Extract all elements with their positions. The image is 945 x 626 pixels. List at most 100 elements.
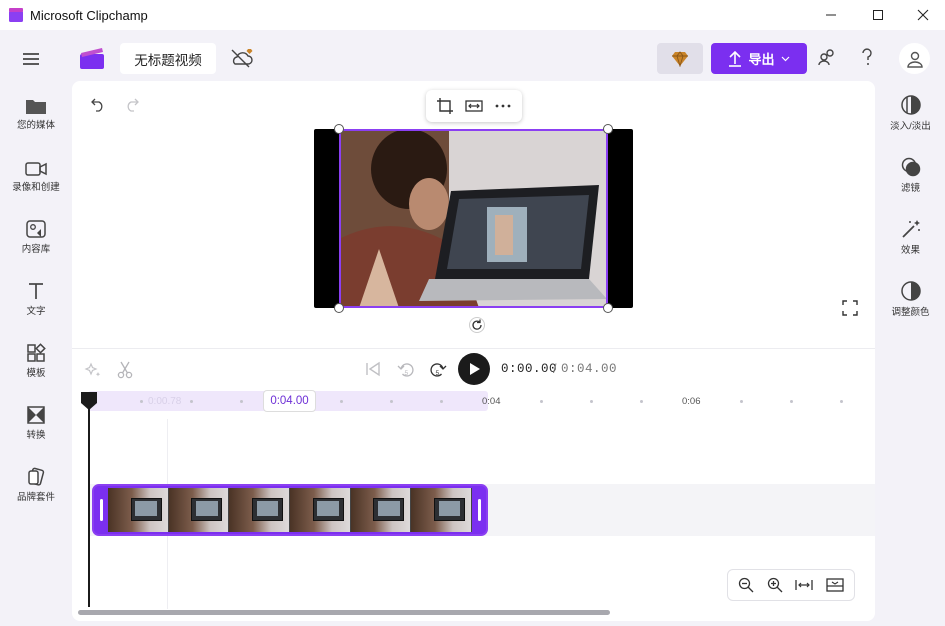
fade-icon — [900, 95, 921, 115]
sidebar-item-your-media[interactable]: 您的媒体 — [0, 89, 72, 145]
export-label: 导出 — [748, 52, 775, 67]
minimize-button[interactable] — [808, 0, 854, 30]
zoom-in-icon[interactable] — [767, 577, 783, 593]
clip-duration-chip: 0:04.00 — [263, 390, 316, 412]
premium-diamond-icon — [672, 50, 688, 67]
title-bar: Microsoft Clipchamp — [0, 0, 945, 30]
fit-icon[interactable] — [465, 97, 483, 115]
expand-timeline-icon[interactable] — [826, 577, 844, 593]
templates-icon — [27, 343, 46, 362]
ruler-tick — [190, 400, 193, 403]
preview-toolbar — [426, 90, 522, 122]
window-title: Microsoft Clipchamp — [30, 7, 148, 23]
clip-thumbnail — [229, 488, 291, 532]
rotate-button[interactable] — [469, 317, 485, 333]
fit-timeline-icon[interactable] — [795, 577, 813, 593]
sidebar-item-label: 淡入/淡出 — [890, 121, 931, 132]
upload-icon — [729, 50, 742, 67]
sidebar-item-record-create[interactable]: 录像和创建 — [0, 151, 72, 207]
chevron-down-icon — [781, 56, 789, 61]
play-button[interactable] — [458, 353, 490, 385]
ruler-label: 0:06 — [682, 396, 701, 407]
text-icon — [29, 283, 43, 299]
transitions-icon — [27, 406, 45, 424]
sidebar-item-label: 文字 — [26, 306, 46, 317]
sidebar-item-brand-kit[interactable]: 品牌套件 — [0, 461, 72, 517]
ruler-tick — [440, 400, 443, 403]
share-people-icon[interactable] — [817, 47, 837, 67]
ruler-label: 0:04 — [482, 396, 501, 407]
clip-thumbnail — [168, 488, 230, 532]
help-icon[interactable] — [860, 47, 874, 67]
sidebar-item-label: 您的媒体 — [16, 120, 55, 131]
ruler-tick — [740, 400, 743, 403]
timeline-video-clip[interactable] — [92, 484, 488, 536]
clip-thumbnail — [350, 488, 412, 532]
premium-button[interactable] — [657, 43, 703, 74]
filters-icon — [901, 157, 920, 177]
timeline-zoom-controls — [727, 569, 855, 601]
magic-sparkle-icon[interactable] — [84, 361, 102, 379]
maximize-button[interactable] — [855, 0, 901, 30]
forward-5s-icon[interactable]: 5 — [429, 361, 447, 379]
resize-handle-bottom-right[interactable] — [603, 303, 613, 313]
clipchamp-app-icon — [9, 8, 23, 22]
clip-trim-handle-right[interactable] — [472, 486, 486, 534]
minimize-icon — [826, 14, 836, 16]
sidebar-item-label: 滤镜 — [900, 183, 920, 194]
svg-text:5: 5 — [405, 370, 409, 377]
ruler-tick — [340, 400, 343, 403]
sidebar-item-adjust-colors[interactable]: 调整颜色 — [876, 276, 945, 332]
sidebar-item-label: 调整颜色 — [891, 307, 930, 318]
playhead-line — [88, 407, 90, 607]
current-time: 0:00.00 — [501, 362, 558, 376]
rotate-icon — [472, 319, 482, 330]
rewind-5s-icon[interactable]: 5 — [397, 361, 415, 379]
sidebar-item-label: 品牌套件 — [16, 492, 55, 503]
adjust-colors-icon — [900, 281, 921, 301]
project-title[interactable]: 无标题视频 — [120, 43, 216, 74]
split-scissors-icon[interactable] — [116, 361, 134, 379]
left-sidebar: 您的媒体 录像和创建 内容库 文字 模板 转换 品牌套件 — [0, 30, 72, 626]
skip-back-icon[interactable] — [365, 361, 381, 377]
right-sidebar: 淡入/淡出 滤镜 效果 调整颜色 — [876, 30, 945, 626]
export-button[interactable]: 导出 — [711, 43, 807, 74]
undo-icon[interactable] — [90, 96, 106, 112]
sidebar-item-fade[interactable]: 淡入/淡出 — [876, 90, 945, 146]
menu-icon[interactable] — [22, 52, 40, 66]
redo-icon[interactable] — [124, 96, 140, 112]
panel-divider — [72, 348, 875, 349]
ruler-tick — [140, 400, 143, 403]
sidebar-item-transitions[interactable]: 转换 — [0, 399, 72, 455]
sidebar-item-filters[interactable]: 滤镜 — [876, 152, 945, 208]
sidebar-item-content-library[interactable]: 内容库 — [0, 213, 72, 269]
selection-frame[interactable] — [339, 129, 608, 308]
clip-trim-handle-left[interactable] — [94, 486, 108, 534]
effects-wand-icon — [901, 220, 920, 238]
resize-handle-bottom-left[interactable] — [334, 303, 344, 313]
close-icon — [917, 9, 929, 21]
sidebar-item-templates[interactable]: 模板 — [0, 337, 72, 393]
brand-kit-icon — [28, 467, 45, 486]
sidebar-item-label: 录像和创建 — [12, 182, 60, 193]
editor-workspace: 5 5 0:00.00 / 0:04.00 0:00.78 0:04 0:06 … — [72, 81, 875, 621]
ruler-tick — [590, 400, 593, 403]
more-icon[interactable] — [494, 97, 512, 115]
maximize-icon — [873, 10, 883, 20]
folder-icon — [26, 100, 46, 114]
library-icon — [26, 220, 46, 238]
ruler-tick — [540, 400, 543, 403]
close-button[interactable] — [900, 0, 945, 30]
fullscreen-icon[interactable] — [842, 300, 858, 316]
resize-handle-top-right[interactable] — [603, 124, 613, 134]
clip-thumbnail — [411, 488, 473, 532]
sidebar-item-effects[interactable]: 效果 — [876, 214, 945, 270]
resize-handle-top-left[interactable] — [334, 124, 344, 134]
cloud-off-icon[interactable] — [229, 47, 255, 69]
timeline-horizontal-scrollbar[interactable] — [78, 610, 610, 615]
total-time: 0:04.00 — [561, 362, 618, 376]
crop-icon[interactable] — [436, 97, 454, 115]
sidebar-item-text[interactable]: 文字 — [0, 275, 72, 331]
play-icon — [470, 363, 480, 375]
zoom-out-icon[interactable] — [738, 577, 754, 593]
